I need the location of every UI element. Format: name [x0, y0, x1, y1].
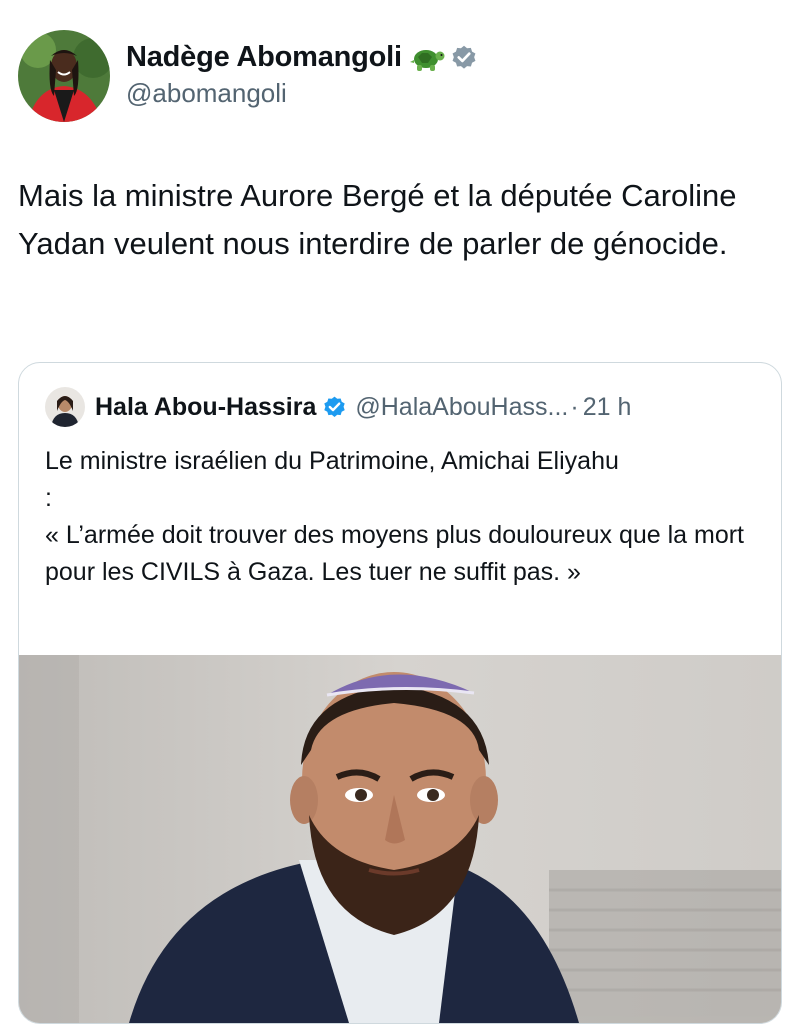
verified-badge-icon: [450, 44, 478, 72]
quoted-tweet-text: Le ministre israélien du Patrimoine, Ami…: [45, 443, 760, 591]
quoted-author-handle[interactable]: @HalaAbouHass...: [355, 393, 568, 422]
tweet-author: Nadège Abomangoli @abomangoli: [18, 30, 478, 122]
quoted-text-line: :: [45, 484, 52, 512]
author-handle[interactable]: @abomangoli: [126, 78, 478, 109]
quoted-tweet-photo[interactable]: [19, 655, 781, 1023]
turtle-icon: [409, 43, 446, 73]
quoted-author-name[interactable]: Hala Abou-Hassira: [95, 393, 316, 422]
author-avatar[interactable]: [18, 30, 110, 122]
quoted-author-avatar[interactable]: [45, 387, 85, 427]
tweet-text: Mais la ministre Aurore Bergé et la dépu…: [18, 178, 737, 261]
author-name[interactable]: Nadège Abomangoli: [126, 41, 402, 74]
dot-separator: ·: [570, 392, 579, 421]
quoted-tweet-header: Hala Abou-Hassira @HalaAbouHass... · 21 …: [45, 387, 631, 427]
quoted-text-line: « L’armée doit trouver des moyens plus d…: [45, 521, 744, 586]
quoted-tweet-card[interactable]: Hala Abou-Hassira @HalaAbouHass... · 21 …: [18, 362, 782, 1024]
quoted-tweet-timestamp[interactable]: 21 h: [583, 393, 632, 422]
quoted-text-line: Le ministre israélien du Patrimoine, Ami…: [45, 447, 619, 475]
verified-badge-icon: [322, 395, 347, 420]
